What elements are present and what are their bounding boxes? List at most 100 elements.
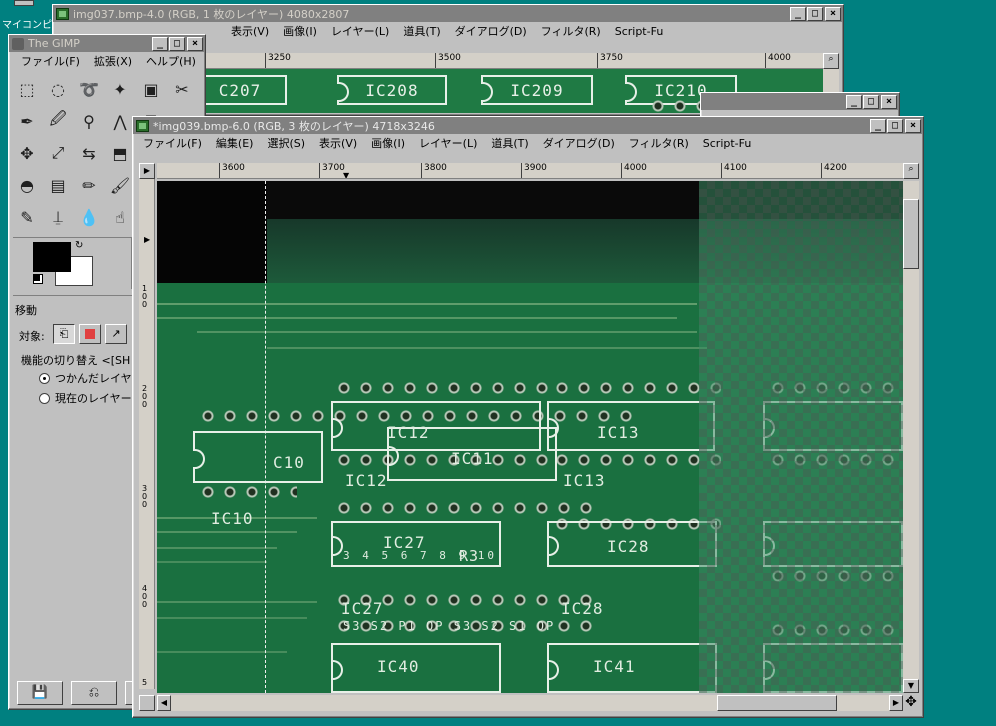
radio-picked-layer[interactable]: つかんだレイヤー xyxy=(39,370,133,386)
color-picker-icon[interactable]: 🖉 xyxy=(44,107,72,135)
menu-tools[interactable]: 道具(T) xyxy=(491,135,528,151)
menu-dialogs[interactable]: ダイアログ(D) xyxy=(455,23,527,39)
transform-icon[interactable]: ⤢ xyxy=(44,139,72,167)
menu-arrow-button[interactable]: ▶ xyxy=(139,163,155,179)
target-path-button[interactable]: ↗ xyxy=(105,324,127,344)
swap-colors-icon[interactable]: ↻ xyxy=(75,240,83,251)
image-window-back-titlebar[interactable]: img037.bmp-4.0 (RGB, 1 枚のレイヤー) 4080x2807… xyxy=(53,5,843,22)
vertical-scrollbar[interactable]: ▼ xyxy=(903,181,919,693)
pencil-icon[interactable]: ✏ xyxy=(75,171,103,199)
blur-icon[interactable]: 💧 xyxy=(75,203,103,231)
pcb-label: IC13 xyxy=(563,471,606,490)
menu-file[interactable]: ファイル(F) xyxy=(143,135,202,151)
pcb-label: IC13 xyxy=(597,423,640,442)
image-window-front-titlebar[interactable]: *img039.bmp-6.0 (RGB, 3 枚のレイヤー) 4718x324… xyxy=(133,117,923,134)
default-colors-icon[interactable] xyxy=(33,274,43,284)
radio-dot xyxy=(39,393,50,404)
zoom-button[interactable]: ⌕ xyxy=(903,163,919,179)
toolbox-titlebar[interactable]: The GIMP _ □ × xyxy=(9,35,205,52)
menu-extensions[interactable]: 拡張(X) xyxy=(94,53,132,69)
ink-icon[interactable]: ✎ xyxy=(13,203,41,231)
layer-boundary xyxy=(265,181,266,693)
close-button[interactable]: × xyxy=(825,6,841,21)
menu-filters[interactable]: フィルタ(R) xyxy=(541,23,601,39)
minimize-button[interactable]: _ xyxy=(846,94,862,109)
maximize-button[interactable]: □ xyxy=(807,6,823,21)
scroll-down-button[interactable]: ▼ xyxy=(903,679,919,693)
foreground-color[interactable] xyxy=(33,242,71,272)
rect-select-icon[interactable]: ⬚ xyxy=(13,75,41,103)
menu-view[interactable]: 表示(V) xyxy=(231,23,269,39)
zoom-button[interactable]: ⌕ xyxy=(823,53,839,69)
gradient-icon[interactable]: ▤ xyxy=(44,171,72,199)
scissors-icon[interactable]: ✂ xyxy=(168,75,196,103)
close-button[interactable]: × xyxy=(905,118,921,133)
horizontal-scrollbar[interactable]: ◀ ▶ xyxy=(157,695,903,711)
menu-edit[interactable]: 編集(E) xyxy=(216,135,254,151)
close-button[interactable]: × xyxy=(881,94,897,109)
scroll-thumb[interactable] xyxy=(903,199,919,269)
color-select-icon[interactable]: ▣ xyxy=(137,75,165,103)
ruler-label: 3900 xyxy=(521,163,547,178)
menu-script-fu[interactable]: Script-Fu xyxy=(615,25,664,38)
radio-current-layer[interactable]: 現在のレイヤーを xyxy=(39,390,133,406)
save-options-button[interactable]: 💾 xyxy=(17,681,63,705)
bezier-icon[interactable]: ✒ xyxy=(13,107,41,135)
menu-dialogs[interactable]: ダイアログ(D) xyxy=(543,135,615,151)
smudge-icon[interactable]: ☝ xyxy=(106,203,134,231)
my-computer-icon xyxy=(14,0,34,6)
menu-layer[interactable]: レイヤー(L) xyxy=(419,135,477,151)
maximize-button[interactable]: □ xyxy=(863,94,879,109)
menu-image[interactable]: 画像(I) xyxy=(283,23,317,39)
bucket-fill-icon[interactable]: ◓ xyxy=(13,171,41,199)
flip-icon[interactable]: ⇆ xyxy=(75,139,103,167)
perspective-icon[interactable]: ⬒ xyxy=(106,139,134,167)
radio-label: 現在のレイヤーを xyxy=(55,392,133,405)
target-selection-button[interactable] xyxy=(79,324,101,344)
menu-filters[interactable]: フィルタ(R) xyxy=(629,135,689,151)
scroll-left-button[interactable]: ◀ xyxy=(157,695,171,711)
image-window-middle-titlebar[interactable]: _ □ × xyxy=(701,93,899,110)
image-canvas-front[interactable]: IC12 IC13 IC12 IC11 IC13 C10 IC10 IC27 I… xyxy=(157,181,903,693)
ruler-label: 4000 xyxy=(621,163,647,178)
paintbrush-icon[interactable]: 🖌 xyxy=(106,171,134,199)
toolbox-menubar: ファイル(F) 拡張(X) ヘルプ(H) xyxy=(9,52,205,70)
menu-layer[interactable]: レイヤー(L) xyxy=(331,23,389,39)
ellipse-select-icon[interactable]: ◌ xyxy=(44,75,72,103)
menu-select[interactable]: 選択(S) xyxy=(267,135,305,151)
close-button[interactable]: × xyxy=(187,36,203,51)
menu-file[interactable]: ファイル(F) xyxy=(21,53,80,69)
image-window-back-title: img037.bmp-4.0 (RGB, 1 枚のレイヤー) 4080x2807 xyxy=(73,7,350,21)
image-window-front[interactable]: *img039.bmp-6.0 (RGB, 3 枚のレイヤー) 4718x324… xyxy=(132,116,924,718)
desktop-icon[interactable]: マイコンピ xyxy=(0,0,52,31)
fuzzy-select-icon[interactable]: ✦ xyxy=(106,75,134,103)
ruler-pointer-icon: ▶ xyxy=(144,235,151,244)
maximize-button[interactable]: □ xyxy=(887,118,903,133)
move-icon[interactable]: ✥ xyxy=(13,139,41,167)
navigate-icon[interactable]: ✥ xyxy=(903,695,919,711)
stamp-icon[interactable]: ⍊ xyxy=(44,203,72,231)
pcb-label: C10 xyxy=(273,453,305,472)
maximize-button[interactable]: □ xyxy=(169,36,185,51)
chip-label: C207 xyxy=(203,75,287,105)
menu-help[interactable]: ヘルプ(H) xyxy=(146,53,196,69)
target-layer-button[interactable]: ⎗ xyxy=(53,324,75,344)
minimize-button[interactable]: _ xyxy=(152,36,168,51)
menu-tools[interactable]: 道具(T) xyxy=(403,23,440,39)
image-icon xyxy=(56,7,69,20)
menu-view[interactable]: 表示(V) xyxy=(319,135,357,151)
restore-options-button[interactable]: ⎌ xyxy=(71,681,117,705)
lasso-icon[interactable]: ➰ xyxy=(75,75,103,103)
measure-icon[interactable]: ⋀ xyxy=(106,107,134,135)
zoom-icon[interactable]: ⚲ xyxy=(75,107,103,135)
menu-image[interactable]: 画像(I) xyxy=(371,135,405,151)
scroll-right-button[interactable]: ▶ xyxy=(889,695,903,711)
minimize-button[interactable]: _ xyxy=(870,118,886,133)
scroll-thumb[interactable] xyxy=(717,695,837,711)
toolbox-title: The GIMP xyxy=(28,37,80,50)
quick-mask-toggle[interactable] xyxy=(139,695,155,711)
menu-script-fu[interactable]: Script-Fu xyxy=(703,137,752,150)
tool-options-heading: 移動 xyxy=(15,304,37,317)
minimize-button[interactable]: _ xyxy=(790,6,806,21)
pcb-label: IC28 xyxy=(607,537,650,556)
